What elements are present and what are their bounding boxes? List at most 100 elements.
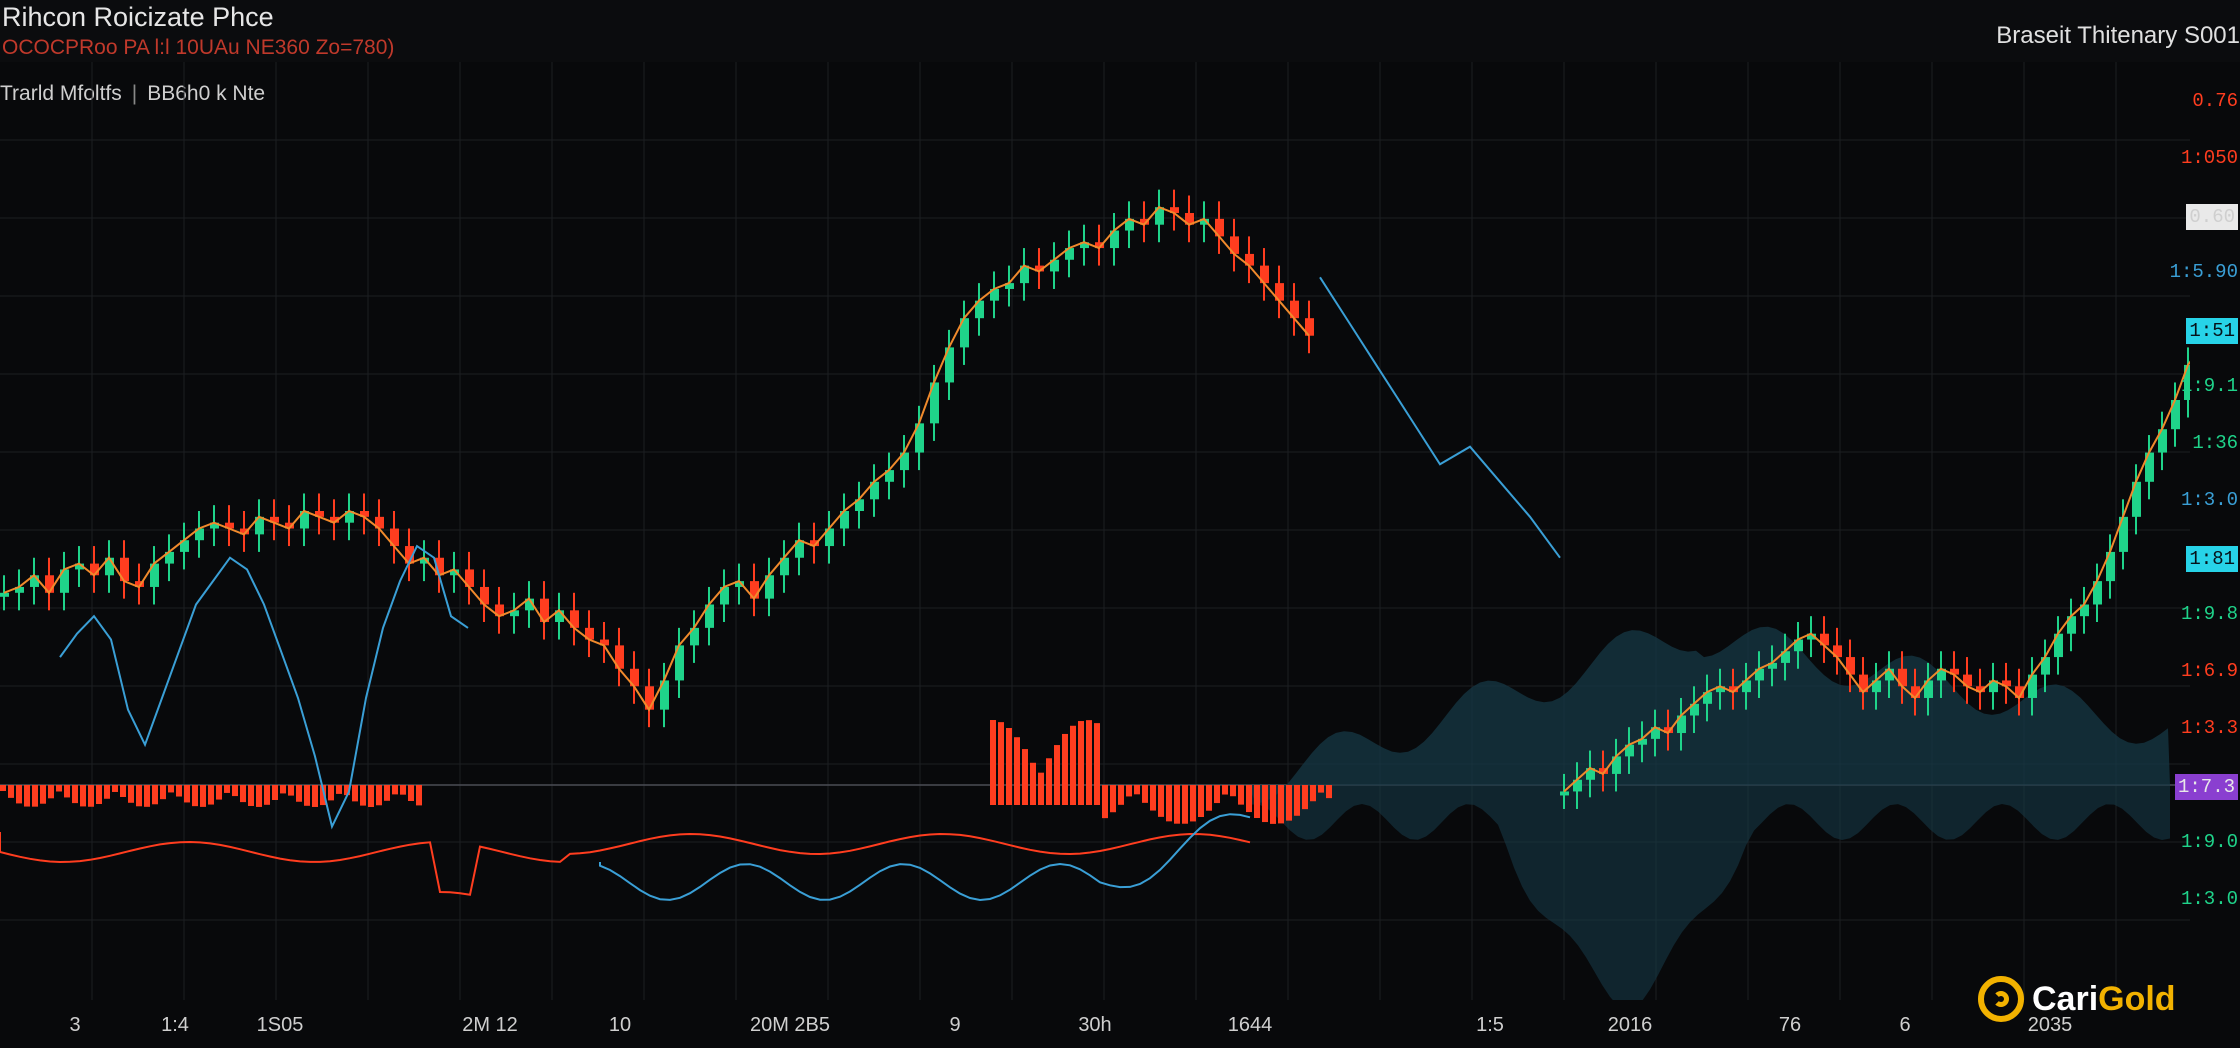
volume-bar bbox=[32, 785, 38, 807]
volume-bar bbox=[296, 785, 302, 802]
y-tick-label: 1:6.9 bbox=[2180, 660, 2238, 682]
volume-bar bbox=[56, 785, 62, 792]
volume-bar bbox=[40, 785, 46, 804]
volume-bar bbox=[160, 785, 166, 800]
volume-bar bbox=[1134, 785, 1140, 795]
volume-bar bbox=[1014, 737, 1020, 805]
volume-bar bbox=[1198, 785, 1204, 818]
volume-bar bbox=[1118, 785, 1124, 805]
y-tick-label: 1:51 bbox=[2186, 318, 2238, 344]
volume-bar bbox=[400, 785, 406, 795]
volume-bar bbox=[176, 785, 182, 797]
x-tick-label: 6 bbox=[1899, 1014, 1911, 1036]
volume-bar bbox=[998, 722, 1004, 805]
x-tick-label: 30h bbox=[1078, 1014, 1112, 1036]
volume-bar bbox=[152, 785, 158, 805]
volume-bar bbox=[416, 785, 422, 806]
x-tick-label: 20M 2B5 bbox=[749, 1014, 831, 1036]
volume-bar bbox=[384, 785, 390, 801]
volume-bar bbox=[1158, 785, 1164, 817]
y-tick-label: 1:050 bbox=[2180, 147, 2238, 169]
volume-bar bbox=[0, 785, 6, 791]
y-tick-label: 1:81 bbox=[2186, 546, 2238, 572]
volume-bar bbox=[48, 785, 54, 799]
volume-bar bbox=[8, 785, 14, 798]
y-tick-label: 1:3.0 bbox=[2180, 489, 2238, 511]
volume-bar bbox=[144, 785, 150, 807]
y-tick-label: 0.76 bbox=[2192, 90, 2238, 112]
volume-bar bbox=[1150, 785, 1156, 811]
volume-bar bbox=[232, 785, 238, 797]
volume-bar bbox=[1318, 785, 1324, 793]
volume-bar bbox=[408, 785, 414, 802]
logo-icon bbox=[1978, 976, 2024, 1022]
volume-bar bbox=[1166, 785, 1172, 822]
volume-bar bbox=[1206, 785, 1212, 811]
logo-text: CariGold bbox=[2032, 980, 2176, 1019]
volume-bar bbox=[16, 785, 22, 804]
volume-bar bbox=[1230, 785, 1236, 797]
moving-average-left bbox=[3, 206, 1310, 712]
brand-logo: CariGold bbox=[1978, 976, 2176, 1022]
volume-bar bbox=[1190, 785, 1196, 822]
volume-bar bbox=[328, 785, 334, 801]
volume-bar bbox=[1294, 785, 1300, 816]
volume-bar bbox=[288, 785, 294, 796]
volume-bar bbox=[1070, 725, 1076, 805]
price-chart[interactable] bbox=[0, 62, 2190, 1000]
volume-bar bbox=[120, 785, 126, 797]
y-tick-label: 1:9.8 bbox=[2180, 603, 2238, 625]
volume-bar bbox=[104, 785, 110, 799]
volume-bar bbox=[1222, 785, 1228, 795]
y-tick-label: 1:5.90 bbox=[2169, 261, 2238, 283]
volume-bar bbox=[312, 785, 318, 807]
x-tick-label: 2016 bbox=[1607, 1014, 1653, 1036]
volume-bar bbox=[1030, 762, 1036, 805]
price-line-blue-2 bbox=[1319, 276, 1561, 559]
volume-bar bbox=[224, 785, 230, 793]
volume-bar bbox=[1094, 723, 1100, 805]
volume-bar bbox=[216, 785, 222, 800]
volume-bar bbox=[1126, 785, 1132, 797]
volume-bar bbox=[392, 785, 398, 795]
volume-bar bbox=[1006, 728, 1012, 805]
volume-bar bbox=[1254, 785, 1260, 819]
y-tick-label: 0.60 bbox=[2186, 204, 2238, 230]
volume-bar bbox=[1078, 721, 1084, 805]
volume-bar bbox=[96, 785, 102, 805]
volume-bar bbox=[240, 785, 246, 803]
volume-bar bbox=[1326, 785, 1332, 799]
volume-bar bbox=[1238, 785, 1244, 805]
x-tick-label: 1S05 bbox=[256, 1014, 304, 1036]
volume-bar bbox=[360, 785, 366, 806]
volume-bar bbox=[352, 785, 358, 802]
volume-bar bbox=[990, 720, 996, 805]
chart-title: Rihcon Roicizate Phce bbox=[2, 2, 274, 32]
volume-bar bbox=[1102, 785, 1108, 819]
volume-bar bbox=[264, 785, 270, 805]
volume-bar bbox=[1046, 758, 1052, 805]
logo-text-a: Cari bbox=[2032, 979, 2099, 1018]
y-tick-label: 1:9.0 bbox=[2180, 831, 2238, 853]
volume-bar bbox=[136, 785, 142, 807]
x-tick-label: 1:5 bbox=[1476, 1014, 1504, 1036]
volume-bar bbox=[88, 785, 94, 807]
x-tick-label: 1:4 bbox=[161, 1014, 189, 1036]
x-tick-label: 1644 bbox=[1227, 1014, 1273, 1036]
volume-bar bbox=[64, 785, 70, 798]
volume-bar bbox=[1110, 785, 1116, 813]
volume-bar bbox=[1142, 785, 1148, 803]
volume-bar bbox=[368, 785, 374, 807]
volume-bar bbox=[248, 785, 254, 806]
y-tick-label: 1:9.1 bbox=[2180, 375, 2238, 397]
volume-bar bbox=[1270, 785, 1276, 824]
volume-bar bbox=[200, 785, 206, 807]
chart-subtitle: OCOCPRoo PA l:l 10UAu NE360 Zo=780) bbox=[2, 36, 395, 59]
volume-bar bbox=[80, 785, 86, 807]
volume-bar bbox=[336, 785, 342, 794]
volume-bar bbox=[1062, 733, 1068, 805]
volume-bar bbox=[1182, 785, 1188, 824]
volume-bar bbox=[1278, 785, 1284, 824]
volume-bar bbox=[1174, 785, 1180, 824]
volume-bar bbox=[376, 785, 382, 806]
